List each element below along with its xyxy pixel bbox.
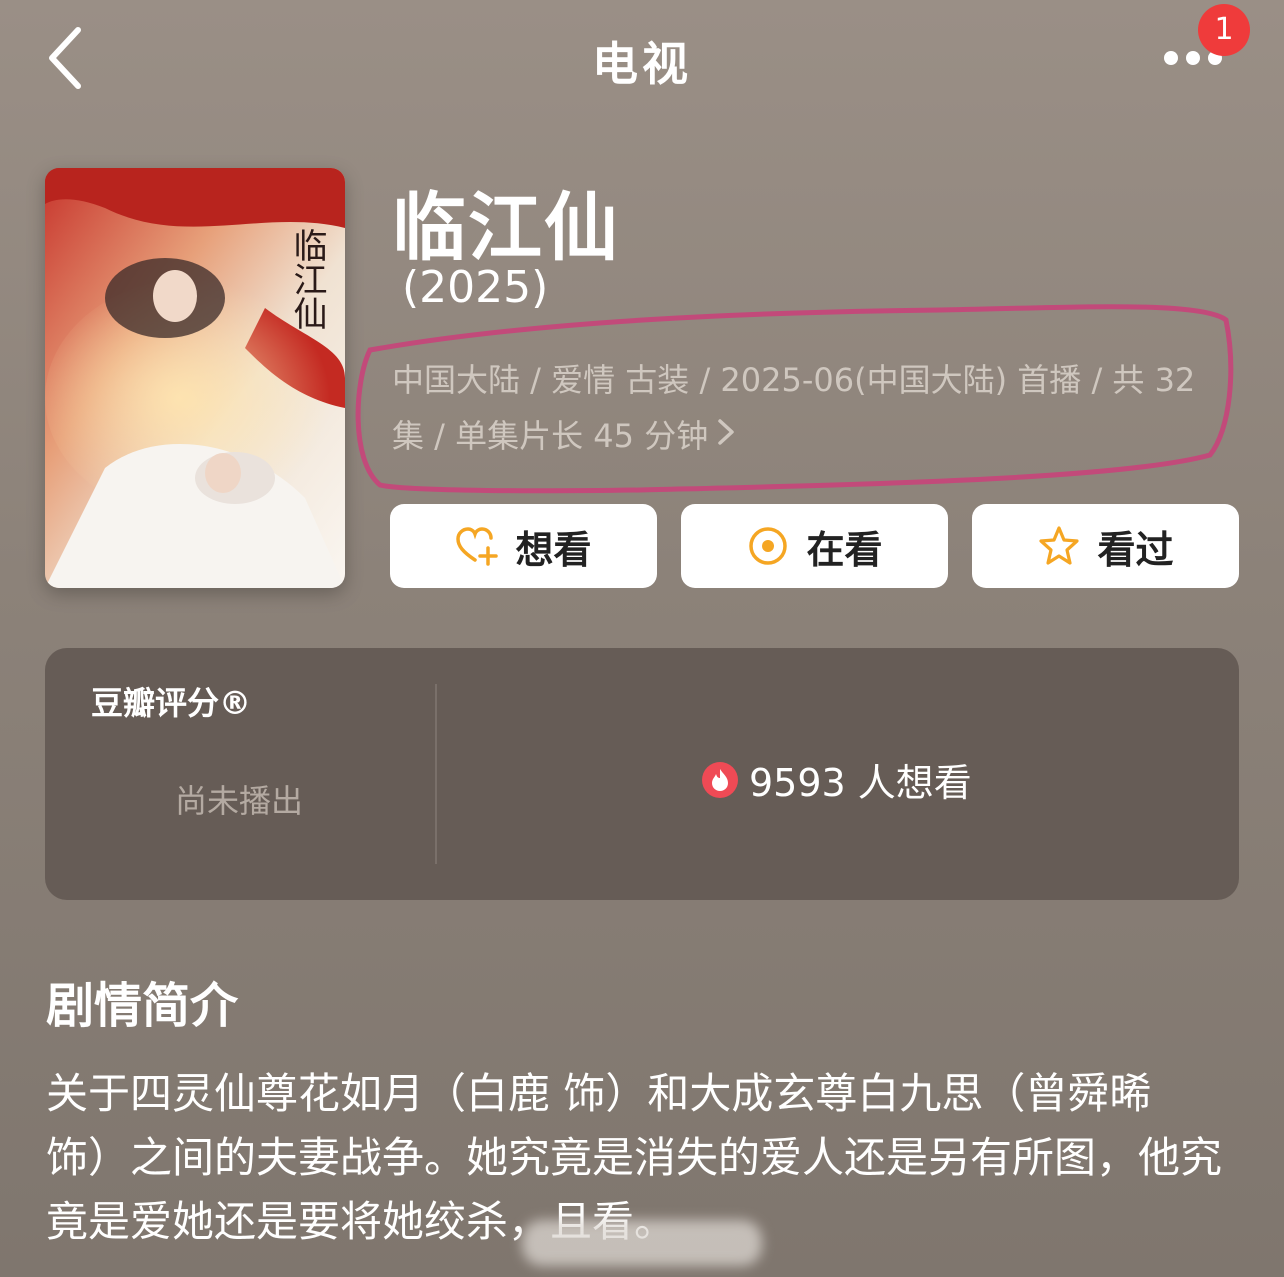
notification-badge: 1 bbox=[1198, 4, 1250, 56]
chevron-right-icon bbox=[718, 419, 734, 445]
douban-rating-label: 豆瓣评分® bbox=[91, 684, 252, 722]
watched-button[interactable]: 看过 bbox=[972, 504, 1239, 588]
flame-icon bbox=[702, 761, 738, 798]
show-year: (2025) bbox=[402, 262, 549, 313]
meta-line-1: 中国大陆 / 爱情 古装 / 2025-06(中国大陆) 首播 / 共 32 bbox=[392, 361, 1196, 399]
target-circle-icon bbox=[749, 527, 788, 565]
synopsis-heading: 剧情简介 bbox=[46, 978, 239, 1034]
blurred-overlay bbox=[522, 1220, 762, 1266]
divider bbox=[435, 684, 437, 864]
show-title: 临江仙 bbox=[392, 185, 620, 271]
watching-label: 在看 bbox=[806, 527, 883, 572]
star-icon bbox=[1039, 526, 1080, 565]
want-count[interactable]: 9593 人想看 bbox=[701, 752, 972, 807]
rating-card: 豆瓣评分® 尚未播出 9593 人想看 bbox=[45, 648, 1239, 900]
want-count-text: 9593 人想看 bbox=[749, 761, 972, 805]
show-meta-info[interactable]: 中国大陆 / 爱情 古装 / 2025-06(中国大陆) 首播 / 共 32 集… bbox=[392, 352, 1222, 464]
poster-image[interactable]: 临江仙 bbox=[45, 168, 345, 588]
heart-plus-icon bbox=[456, 527, 499, 566]
poster-title-text: 临江仙 bbox=[287, 228, 327, 330]
want-to-watch-label: 想看 bbox=[515, 527, 592, 572]
watching-button[interactable]: 在看 bbox=[681, 504, 948, 588]
want-to-watch-button[interactable]: 想看 bbox=[390, 504, 657, 588]
rating-status: 尚未播出 bbox=[175, 782, 304, 820]
meta-line-2: 集 / 单集片长 45 分钟 bbox=[392, 408, 1222, 464]
top-bar: 电视 1 bbox=[0, 0, 1284, 120]
page-title: 电视 bbox=[592, 37, 692, 91]
watched-label: 看过 bbox=[1097, 527, 1174, 572]
